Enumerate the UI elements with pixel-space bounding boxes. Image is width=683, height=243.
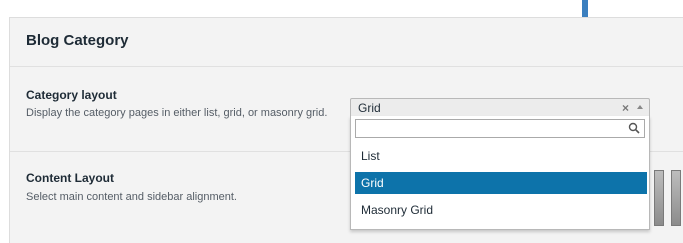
content-layout-option-button[interactable]	[671, 170, 681, 226]
category-layout-description: Display the category pages in either lis…	[26, 107, 328, 119]
clear-icon[interactable]: ×	[622, 101, 629, 115]
dropdown-search-input[interactable]	[356, 120, 624, 137]
content-layout-option-button[interactable]	[654, 170, 664, 226]
category-layout-title: Category layout	[26, 88, 117, 102]
select-value: Grid	[358, 101, 381, 115]
option-list[interactable]: List	[355, 145, 647, 167]
magnifier-icon	[628, 122, 640, 134]
category-layout-dropdown: List Grid Masonry Grid	[350, 116, 650, 230]
option-grid[interactable]: Grid	[355, 172, 647, 194]
divider	[10, 66, 683, 67]
dropdown-search[interactable]	[355, 119, 645, 138]
content-layout-title: Content Layout	[26, 171, 114, 185]
section-title: Blog Category	[26, 32, 129, 49]
category-layout-select[interactable]: Grid ×	[350, 98, 650, 117]
content-layout-description: Select main content and sidebar alignmen…	[26, 191, 237, 203]
option-masonry-grid[interactable]: Masonry Grid	[355, 199, 647, 221]
caret-up-icon[interactable]	[637, 105, 643, 109]
